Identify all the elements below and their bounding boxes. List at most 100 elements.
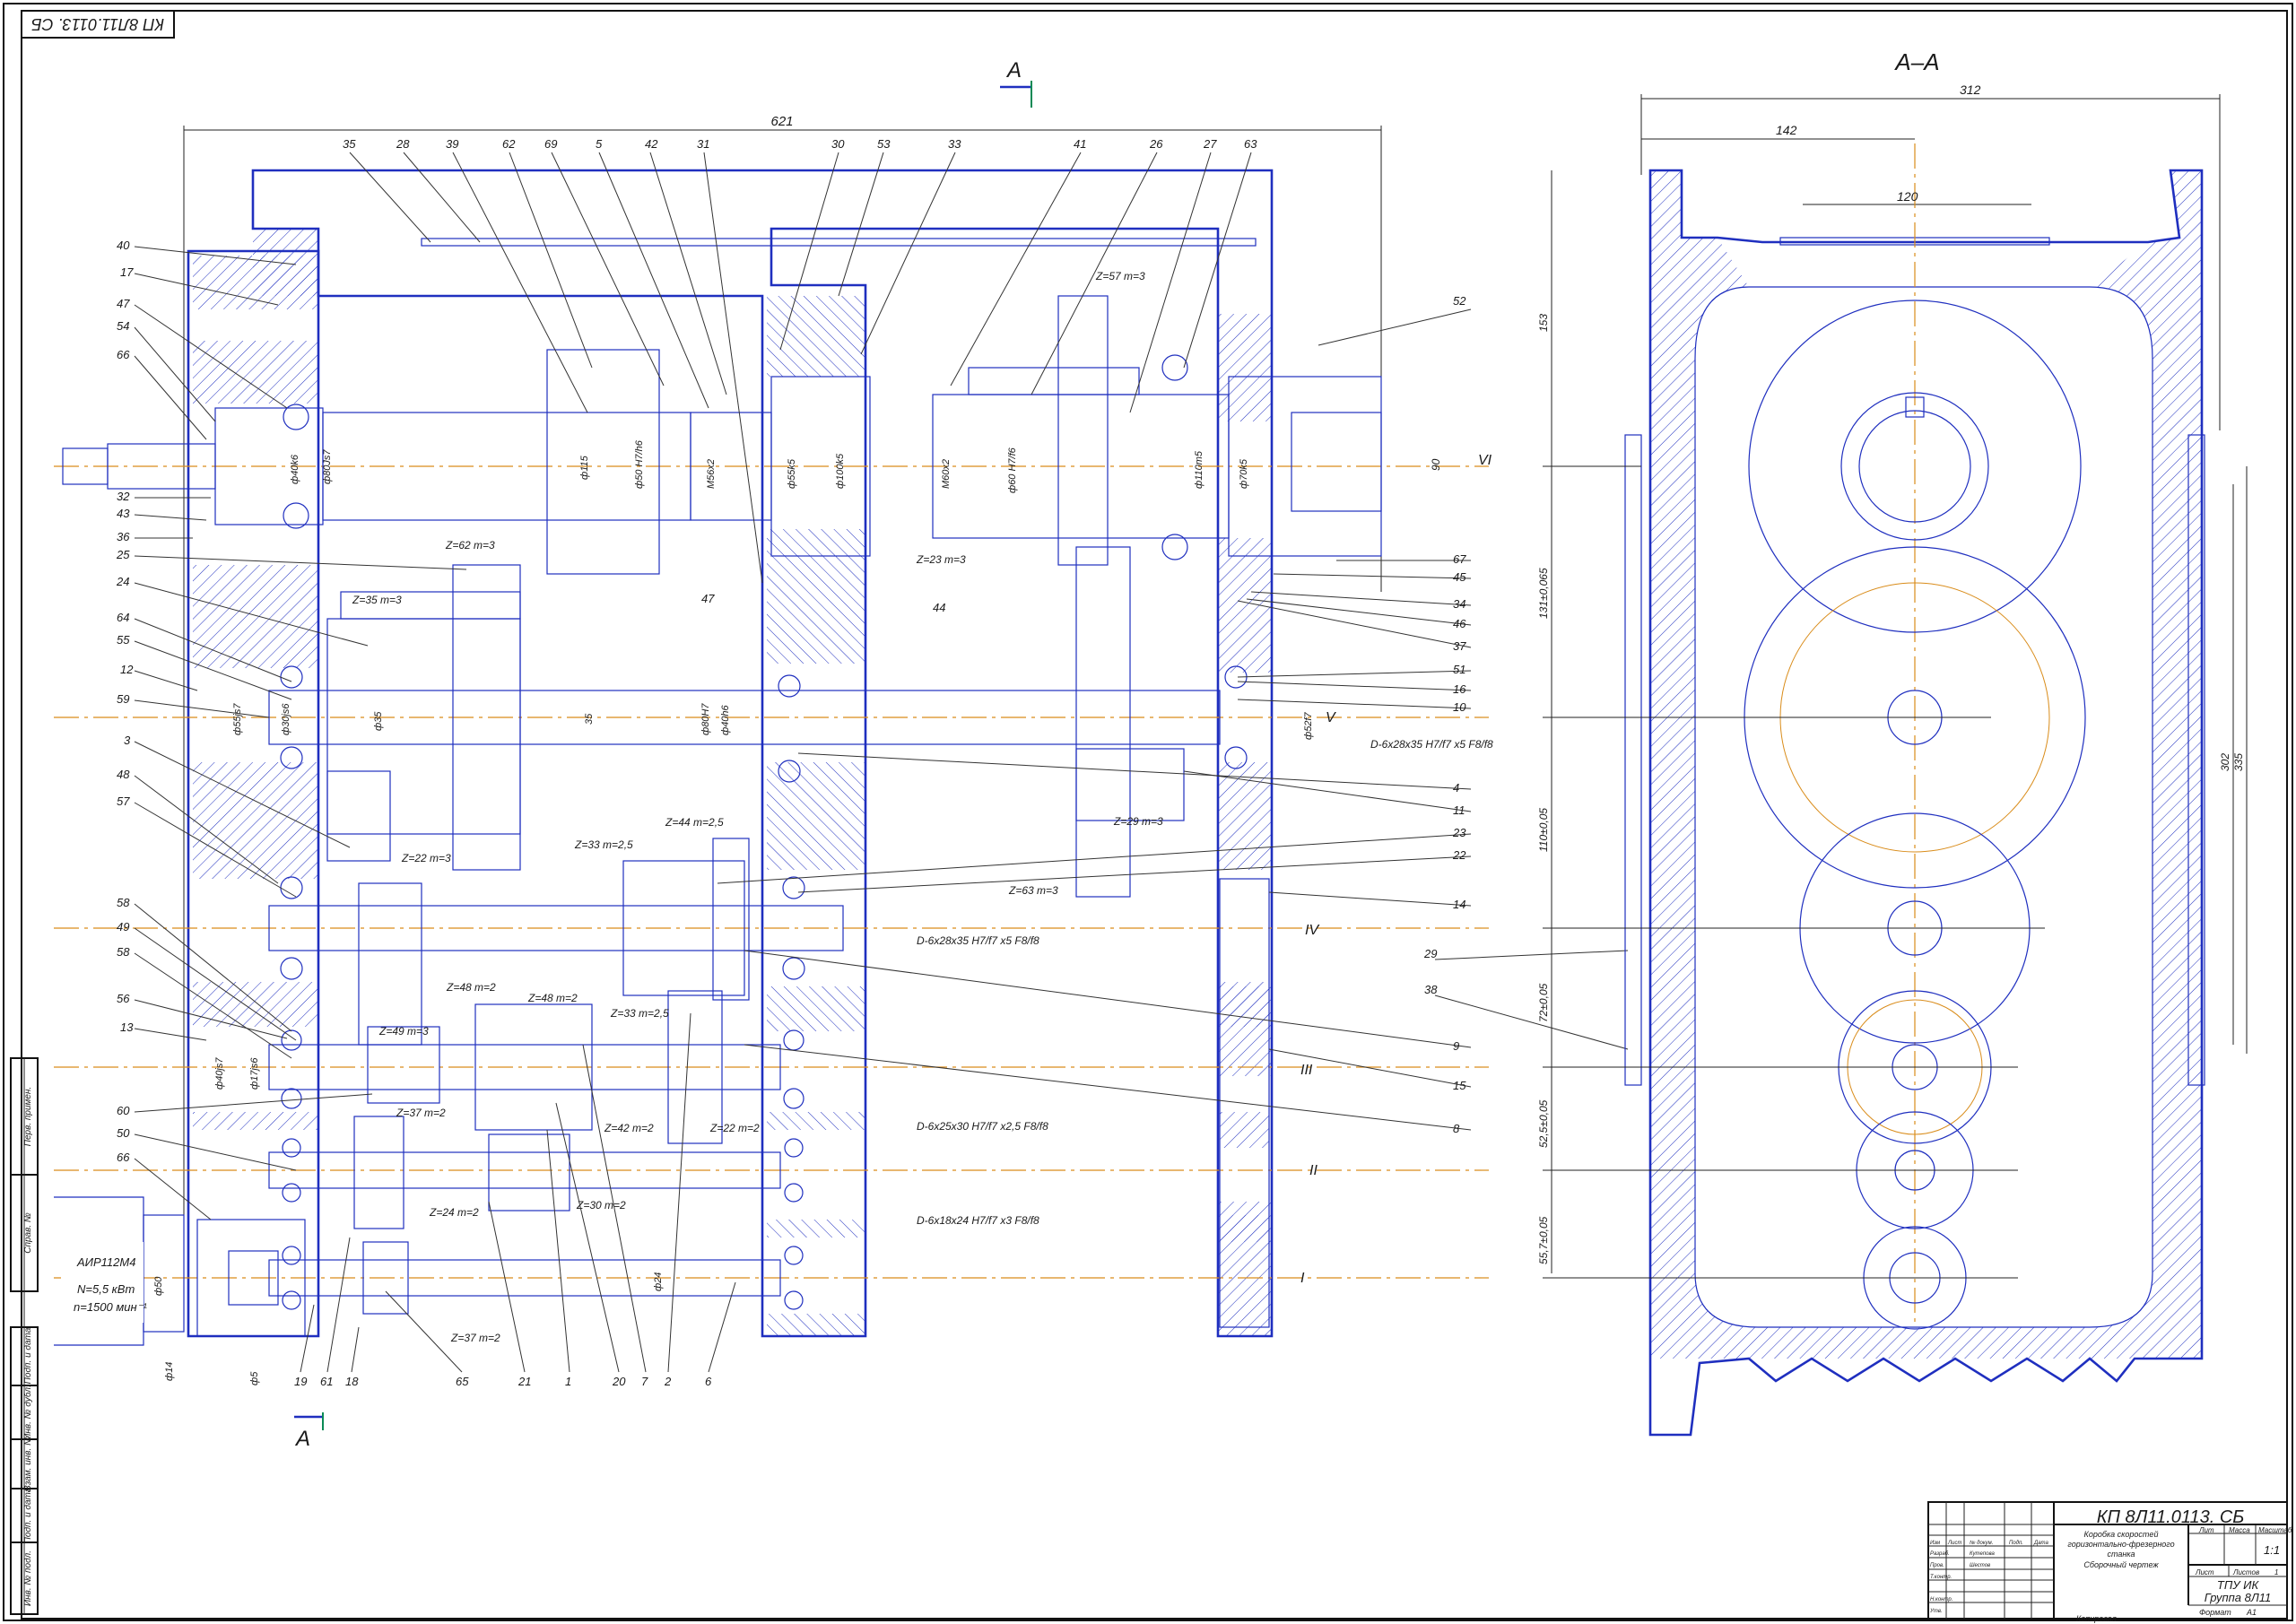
diam-note: ф17js6 bbox=[249, 1057, 260, 1090]
callout: 36 bbox=[117, 530, 130, 543]
callout: 54 bbox=[117, 319, 129, 333]
diam-note: ф70k5 bbox=[1239, 458, 1249, 489]
shaft-label-iii: III bbox=[1300, 1063, 1313, 1078]
callout: 13 bbox=[120, 1020, 134, 1034]
callout: 51 bbox=[1453, 663, 1465, 676]
dim-section-h6: 55,7±0,05 bbox=[1537, 1216, 1550, 1264]
gear-notes: Z=57 m=3 Z=62 m=3 Z=35 m=3 Z=23 m=3 Z=29… bbox=[352, 270, 1163, 1344]
diam-note: ф52f7 bbox=[1303, 712, 1314, 740]
shaft-label-vi: VI bbox=[1478, 453, 1492, 468]
diam-note: ф5 bbox=[249, 1371, 260, 1385]
gear-note: Z=44 m=2,5 bbox=[665, 816, 724, 829]
title-designation: КП 8Л11.0113. СБ bbox=[2097, 1507, 2245, 1527]
callout: 44 bbox=[933, 601, 945, 614]
gear-note: Z=24 m=2 bbox=[429, 1206, 479, 1219]
callouts-left: 40 17 47 54 66 32 43 36 25 24 64 55 12 5… bbox=[116, 239, 134, 1164]
diam-note: ф100k5 bbox=[835, 453, 846, 489]
callout: 56 bbox=[117, 992, 130, 1005]
dim-section-half: 142 bbox=[1776, 123, 1797, 137]
callout: 9 bbox=[1453, 1039, 1459, 1053]
side-label-2: Подп. и дата bbox=[23, 1327, 33, 1384]
callout: 62 bbox=[502, 137, 516, 151]
title-org: ТПУ ИК bbox=[2217, 1578, 2260, 1592]
callout: 29 bbox=[1423, 947, 1437, 960]
gear-note: Z=63 m=3 bbox=[1008, 884, 1058, 897]
callout: 6 bbox=[705, 1375, 712, 1388]
side-label-6: Инв. № подл. bbox=[23, 1550, 33, 1606]
gear-note: Z=22 m=2 bbox=[709, 1122, 760, 1134]
callout: 66 bbox=[117, 348, 130, 361]
title-sheet-label: Лист bbox=[2195, 1568, 2214, 1576]
callout: 1 bbox=[565, 1375, 571, 1388]
side-label-5: Подп. и дата bbox=[23, 1487, 33, 1543]
dim-section-top: 120 bbox=[1897, 189, 1918, 204]
callout: 21 bbox=[517, 1375, 531, 1388]
dim-section-h3: 110±0,05 bbox=[1537, 808, 1550, 852]
callout: 69 bbox=[544, 137, 557, 151]
callout: 2 bbox=[664, 1375, 672, 1388]
gear-note: Z=30 m=2 bbox=[576, 1199, 626, 1211]
callout: 14 bbox=[1453, 898, 1465, 911]
diam-note: M60x2 bbox=[941, 459, 952, 489]
callout: 31 bbox=[697, 137, 709, 151]
callout: 4 bbox=[1453, 781, 1459, 795]
section-view bbox=[1543, 94, 2248, 1437]
callout: 49 bbox=[117, 920, 129, 934]
callout: 48 bbox=[117, 768, 130, 781]
callout: 25 bbox=[116, 548, 130, 561]
diam-note: M56x2 bbox=[706, 459, 717, 489]
side-label-0: Перв. примен. bbox=[23, 1087, 33, 1146]
title-format: Формат bbox=[2199, 1608, 2231, 1617]
callout: 66 bbox=[117, 1151, 130, 1164]
side-label-1: Справ. № bbox=[23, 1212, 33, 1254]
title-role: Пров. bbox=[1930, 1563, 1944, 1568]
callout: 45 bbox=[1453, 570, 1466, 584]
section-marker-top: А bbox=[1005, 58, 1022, 83]
callout: 61 bbox=[320, 1375, 333, 1388]
dim-section-side2: 335 bbox=[2232, 753, 2245, 771]
spline-note: D-6x28x35 H7/f7 x5 F8/f8 bbox=[1370, 738, 1493, 751]
title-col-mass: Масса bbox=[2229, 1526, 2250, 1534]
callout: 42 bbox=[645, 137, 658, 151]
diam-note: ф50 bbox=[153, 1276, 164, 1296]
callout: 24 bbox=[116, 575, 129, 588]
callout: 28 bbox=[396, 137, 410, 151]
callout: 34 bbox=[1453, 597, 1465, 611]
callout: 15 bbox=[1453, 1079, 1466, 1092]
diam-note: ф55js7 bbox=[232, 703, 243, 735]
callout: 57 bbox=[117, 795, 130, 808]
callout: 67 bbox=[1453, 552, 1466, 566]
callout: 35 bbox=[343, 137, 356, 151]
diam-note: ф40js7 bbox=[214, 1057, 225, 1090]
callout: 3 bbox=[124, 734, 131, 747]
spline-note: D-6x18x24 H7/f7 x3 F8/f8 bbox=[917, 1214, 1039, 1227]
callout: 43 bbox=[117, 507, 130, 520]
gear-note: Z=29 m=3 bbox=[1113, 815, 1163, 828]
motor-speed: n=1500 мин⁻¹ bbox=[74, 1300, 148, 1314]
diam-note: ф55k5 bbox=[787, 458, 797, 489]
callout: 39 bbox=[446, 137, 458, 151]
callout: 22 bbox=[1452, 848, 1466, 862]
gear-note: Z=23 m=3 bbox=[916, 553, 966, 566]
title-person: Шестов bbox=[1970, 1563, 1990, 1568]
title-role: Н.контр. bbox=[1930, 1597, 1952, 1602]
side-label-4: Взам. инв. № bbox=[23, 1436, 33, 1491]
callouts-top: 35 28 39 62 69 5 42 31 30 53 33 41 26 27… bbox=[343, 137, 1257, 151]
spline-note: D-6x25x30 H7/f7 x2,5 F8/f8 bbox=[917, 1120, 1048, 1133]
callout: 33 bbox=[948, 137, 961, 151]
callout: 27 bbox=[1203, 137, 1217, 151]
gear-note: Z=33 m=2,5 bbox=[610, 1007, 669, 1020]
dim-section-h4: 72±0,05 bbox=[1537, 983, 1550, 1022]
title-role: Разраб. bbox=[1930, 1551, 1950, 1557]
title-sheets-label: Листов bbox=[2232, 1568, 2259, 1576]
dim-section-width: 312 bbox=[1960, 83, 1981, 97]
diam-note: ф80H7 bbox=[700, 703, 711, 735]
callout: 12 bbox=[120, 663, 134, 676]
title-role: Утв. bbox=[1929, 1609, 1943, 1614]
diam-note: ф115 bbox=[579, 455, 590, 480]
top-stamp: КП 8Л11.0113. СБ bbox=[31, 15, 164, 33]
callout: 60 bbox=[117, 1104, 130, 1117]
shaft-label-i: I bbox=[1300, 1271, 1305, 1286]
title-name-line: Коробка скоростей bbox=[2084, 1530, 2159, 1539]
section-cut-marker bbox=[294, 81, 1032, 1430]
